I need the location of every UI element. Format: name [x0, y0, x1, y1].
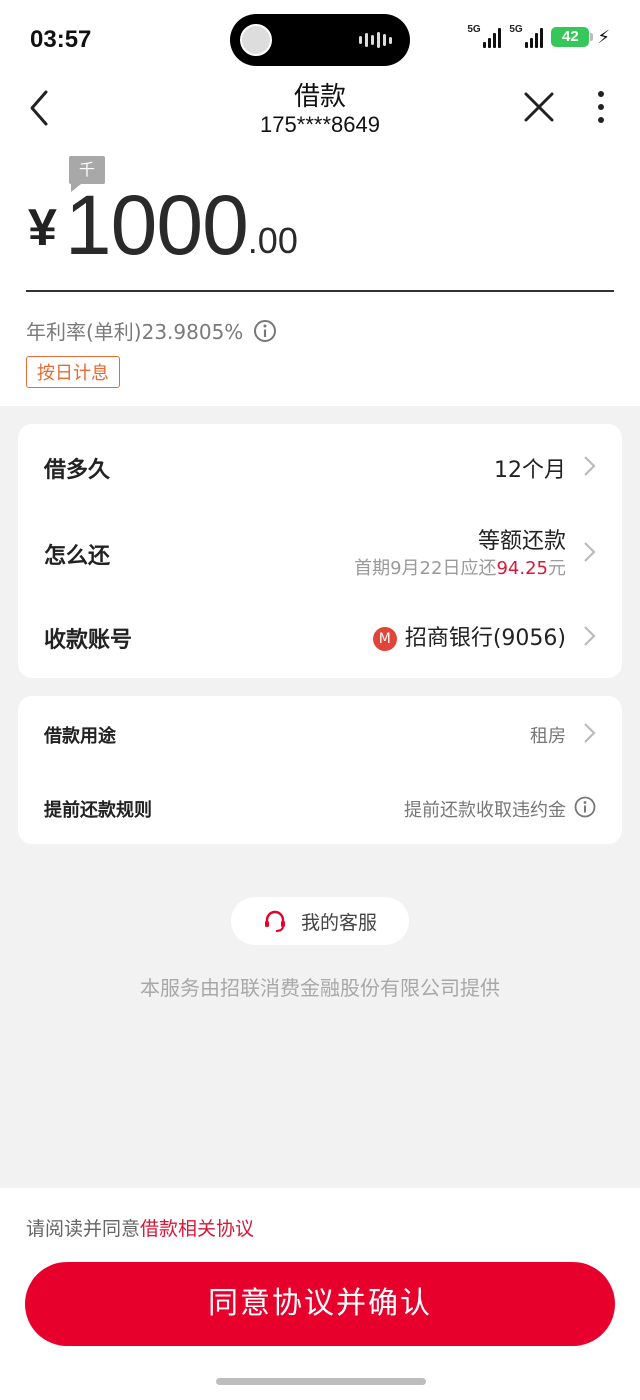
agreement-link[interactable]: 借款相关协议 [140, 1218, 254, 1240]
purpose-value: 租房 [530, 726, 566, 747]
repay-value: 等额还款 [477, 529, 566, 554]
home-indicator[interactable] [216, 1378, 426, 1385]
confirm-button[interactable]: 同意协议并确认 [25, 1262, 615, 1346]
first-payment-suffix: 元 [548, 558, 566, 579]
repay-label: 怎么还 [44, 544, 111, 569]
purpose-label: 借款用途 [44, 726, 116, 747]
currency-symbol: ¥ [28, 199, 57, 257]
first-payment-prefix: 首期9月22日应还 [354, 558, 497, 579]
network-type-label: 5G [509, 24, 523, 35]
dynamic-island [230, 14, 410, 66]
bottom-panel: 请阅读并同意借款相关协议 同意协议并确认 [0, 1188, 640, 1400]
headset-icon [264, 910, 285, 932]
interest-rate-text: 年利率(单利)23.9805% [26, 320, 244, 344]
interest-rate: 年利率(单利)23.9805% [26, 316, 277, 345]
signal-icon: 5G [467, 24, 502, 48]
chevron-right-icon [584, 542, 596, 562]
daily-interest-tag: 按日计息 [26, 356, 120, 388]
prepay-rule-value: 提前还款收取违约金 [404, 800, 566, 821]
audio-wave-icon [359, 32, 392, 48]
info-icon[interactable] [574, 796, 596, 818]
network-type-label: 5G [467, 24, 481, 35]
amount-integer: 1000 [64, 178, 249, 272]
account-label: 收款账号 [44, 628, 133, 653]
prepay-rule-label: 提前还款规则 [44, 800, 152, 821]
avatar [240, 24, 272, 56]
close-icon[interactable] [522, 90, 556, 124]
row-prepay-rule[interactable]: 提前还款规则 提前还款收取违约金 [18, 770, 622, 844]
row-term[interactable]: 借多久 12个月 [18, 424, 622, 508]
customer-service-button[interactable]: 我的客服 [231, 897, 409, 945]
term-value: 12个月 [494, 458, 566, 483]
amount-decimal: .00 [247, 220, 298, 261]
chevron-right-icon [584, 456, 596, 476]
agreement-note: 请阅读并同意借款相关协议 [26, 1214, 254, 1241]
battery-icon: 42 [551, 27, 594, 47]
customer-service-label: 我的客服 [300, 911, 377, 934]
bolt-icon: ⚡ [597, 26, 610, 48]
signal-icon: 5G [509, 24, 544, 48]
amount-input[interactable]: ¥ 1000 .00 [28, 180, 298, 270]
chevron-right-icon [584, 626, 596, 646]
amount-underline [26, 290, 614, 292]
row-purpose[interactable]: 借款用途 租房 [18, 696, 622, 770]
agreement-prefix: 请阅读并同意 [26, 1218, 141, 1240]
info-icon[interactable] [253, 319, 277, 343]
first-payment-amount: 94.25 [496, 558, 548, 579]
more-vertical-icon[interactable] [590, 90, 612, 124]
status-indicators: 5G 5G 42 ⚡ [467, 24, 610, 48]
row-account[interactable]: 收款账号 M 招商银行(9056) [18, 594, 622, 678]
chevron-right-icon [584, 723, 596, 743]
purpose-card: 借款用途 租房 提前还款规则 提前还款收取违约金 [18, 696, 622, 844]
status-time: 03:57 [30, 26, 92, 53]
bank-logo-icon: M [372, 627, 397, 651]
row-repay[interactable]: 怎么还 等额还款 首期9月22日应还94.25元 [18, 508, 622, 594]
term-label: 借多久 [44, 458, 111, 483]
first-payment-note: 首期9月22日应还94.25元 [354, 554, 566, 580]
loan-detail-card: 借多久 12个月 怎么还 等额还款 首期9月22日应还94.25元 收款账号 M… [18, 424, 622, 678]
account-value: M 招商银行(9056) [372, 620, 566, 652]
provider-note: 本服务由招联消费金融股份有限公司提供 [140, 976, 500, 1000]
account-text: 招商银行(9056) [404, 626, 566, 651]
